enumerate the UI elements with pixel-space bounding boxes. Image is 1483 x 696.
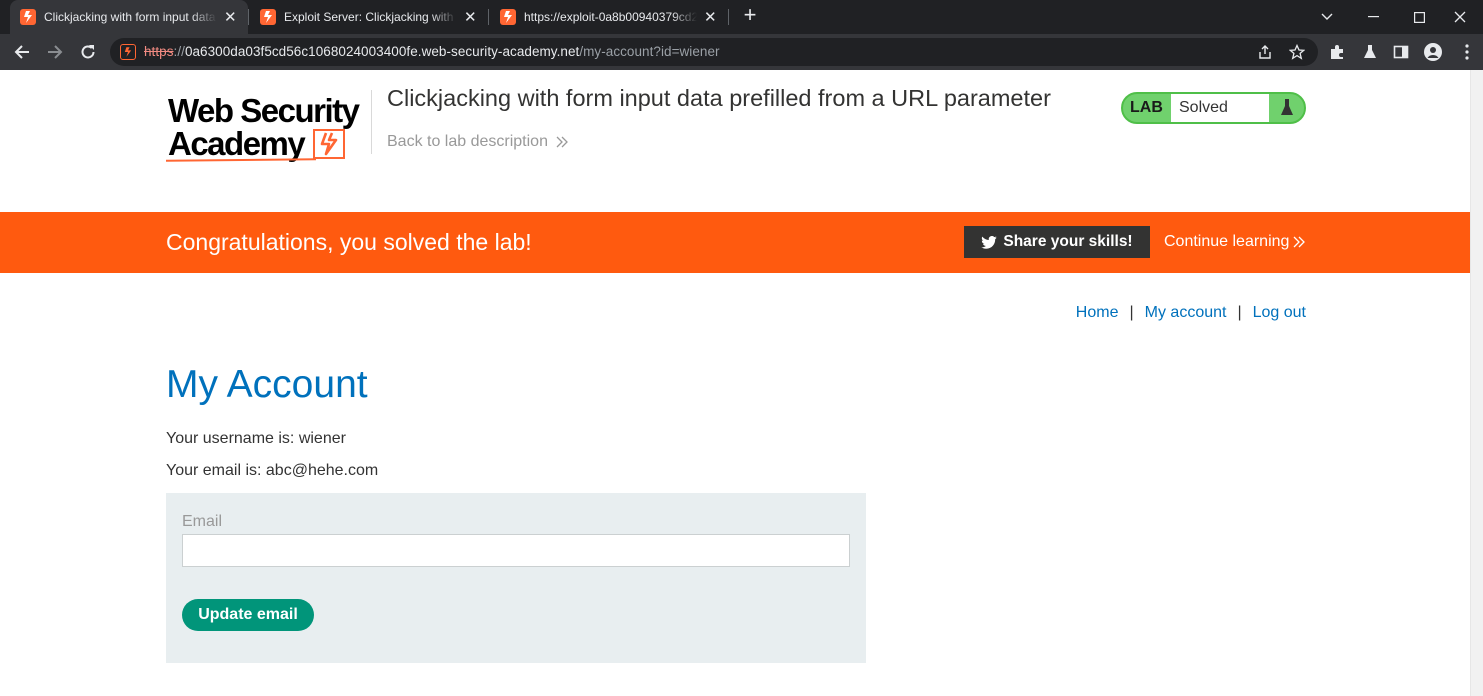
tab-title: Exploit Server: Clickjacking with form i… xyxy=(284,10,457,24)
continue-learning-link[interactable]: Continue learning xyxy=(1164,233,1306,251)
close-icon xyxy=(1454,11,1466,23)
arrow-right-icon xyxy=(48,45,63,59)
maximize-button[interactable] xyxy=(1396,0,1442,34)
site-info-icon[interactable] xyxy=(120,44,136,60)
chevron-down-icon xyxy=(1321,13,1333,20)
portswigger-favicon-icon xyxy=(260,9,276,25)
web-page: Web Security Academy Clickjacking with f… xyxy=(0,70,1470,696)
congratulations-message: Congratulations, you solved the lab! xyxy=(166,229,532,255)
tab-search-button[interactable] xyxy=(1304,0,1350,34)
lab-flask-extension-icon[interactable] xyxy=(1361,43,1379,61)
email-line: Your email is: abc@hehe.com xyxy=(166,462,379,479)
log-out-link[interactable]: Log out xyxy=(1253,304,1306,322)
side-panel-icon[interactable] xyxy=(1392,43,1410,61)
tab-close-icon[interactable]: ✕ xyxy=(223,8,239,26)
tab-title: Clickjacking with form input data prefil… xyxy=(44,10,217,24)
lab-status-text: Solved xyxy=(1171,94,1269,122)
back-to-lab-description-link[interactable]: Back to lab description xyxy=(387,133,568,151)
url-text: https://0a6300da03f5cd56c1068024003400fe… xyxy=(144,44,720,59)
page-title: My Account xyxy=(166,363,368,406)
tab-divider xyxy=(488,9,489,25)
email-field-label: Email xyxy=(182,513,223,530)
email-field[interactable] xyxy=(182,534,850,567)
logo-line1: Web Security xyxy=(168,92,360,129)
maximize-icon xyxy=(1413,11,1425,23)
kebab-menu-icon[interactable] xyxy=(1458,43,1476,61)
browser-tab-strip: Clickjacking with form input data prefil… xyxy=(0,0,1483,34)
new-tab-button[interactable]: + xyxy=(738,4,762,28)
minimize-button[interactable] xyxy=(1350,0,1396,34)
solved-banner: Congratulations, you solved the lab! Sha… xyxy=(0,212,1470,273)
nav-separator: | xyxy=(1237,304,1242,321)
arrow-left-icon xyxy=(14,45,29,59)
bookmark-star-icon[interactable] xyxy=(1288,43,1306,61)
tab-divider xyxy=(248,9,249,25)
address-bar[interactable]: https://0a6300da03f5cd56c1068024003400fe… xyxy=(110,38,1318,66)
profile-avatar-icon[interactable] xyxy=(1424,43,1442,61)
my-account-link[interactable]: My account xyxy=(1145,304,1227,322)
username-line: Your username is: wiener xyxy=(166,430,346,447)
close-window-button[interactable] xyxy=(1437,0,1483,34)
tab-exploit-url[interactable]: https://exploit-0a8b00940379cd2 ✕ xyxy=(490,0,728,34)
tab-close-icon[interactable]: ✕ xyxy=(703,8,719,26)
url-protocol: https xyxy=(144,44,174,59)
reload-icon xyxy=(81,45,95,59)
logo-bolt-icon xyxy=(313,129,345,159)
web-security-academy-logo[interactable]: Web Security Academy xyxy=(165,91,366,163)
account-nav: Home | My account | Log out xyxy=(1076,304,1306,322)
lab-badge-label: LAB xyxy=(1130,99,1163,116)
share-icon[interactable] xyxy=(1256,43,1274,61)
tab-close-icon[interactable]: ✕ xyxy=(463,8,479,26)
continue-learning-label: Continue learning xyxy=(1164,233,1290,250)
portswigger-favicon-icon xyxy=(500,9,516,25)
lab-title: Clickjacking with form input data prefil… xyxy=(387,85,1051,111)
logo-line2: Academy xyxy=(168,125,306,162)
tab-divider xyxy=(728,9,729,25)
tab-title: https://exploit-0a8b00940379cd2 xyxy=(524,10,697,24)
twitter-icon xyxy=(981,235,998,249)
portswigger-favicon-icon xyxy=(20,9,36,25)
share-skills-label: Share your skills! xyxy=(1003,233,1133,250)
url-path: /my-account?id=wiener xyxy=(579,44,720,59)
double-chevron-right-icon xyxy=(556,136,568,148)
double-chevron-right-icon xyxy=(1293,236,1306,248)
header-divider xyxy=(371,90,372,154)
back-button[interactable] xyxy=(10,40,34,64)
browser-toolbar: https://0a6300da03f5cd56c1068024003400fe… xyxy=(0,34,1483,70)
tab-lab-page[interactable]: Clickjacking with form input data prefil… xyxy=(10,0,248,34)
update-email-button[interactable]: Update email xyxy=(182,599,314,631)
extensions-puzzle-icon[interactable] xyxy=(1328,43,1346,61)
reload-button[interactable] xyxy=(76,40,100,64)
nav-separator: | xyxy=(1129,304,1134,321)
forward-button[interactable] xyxy=(43,40,67,64)
share-skills-button[interactable]: Share your skills! xyxy=(964,226,1150,258)
tab-exploit-server[interactable]: Exploit Server: Clickjacking with form i… xyxy=(250,0,488,34)
url-separator: :// xyxy=(173,44,185,59)
home-link[interactable]: Home xyxy=(1076,304,1119,322)
back-link-label: Back to lab description xyxy=(387,133,548,150)
change-email-form: Email Update email xyxy=(166,493,866,663)
flask-icon xyxy=(1269,94,1304,122)
page-scrollbar[interactable] xyxy=(1470,70,1483,696)
lab-status-badge: LAB Solved xyxy=(1121,92,1306,124)
minimize-icon xyxy=(1367,16,1379,18)
url-host: 0a6300da03f5cd56c1068024003400fe.web-sec… xyxy=(184,44,580,59)
